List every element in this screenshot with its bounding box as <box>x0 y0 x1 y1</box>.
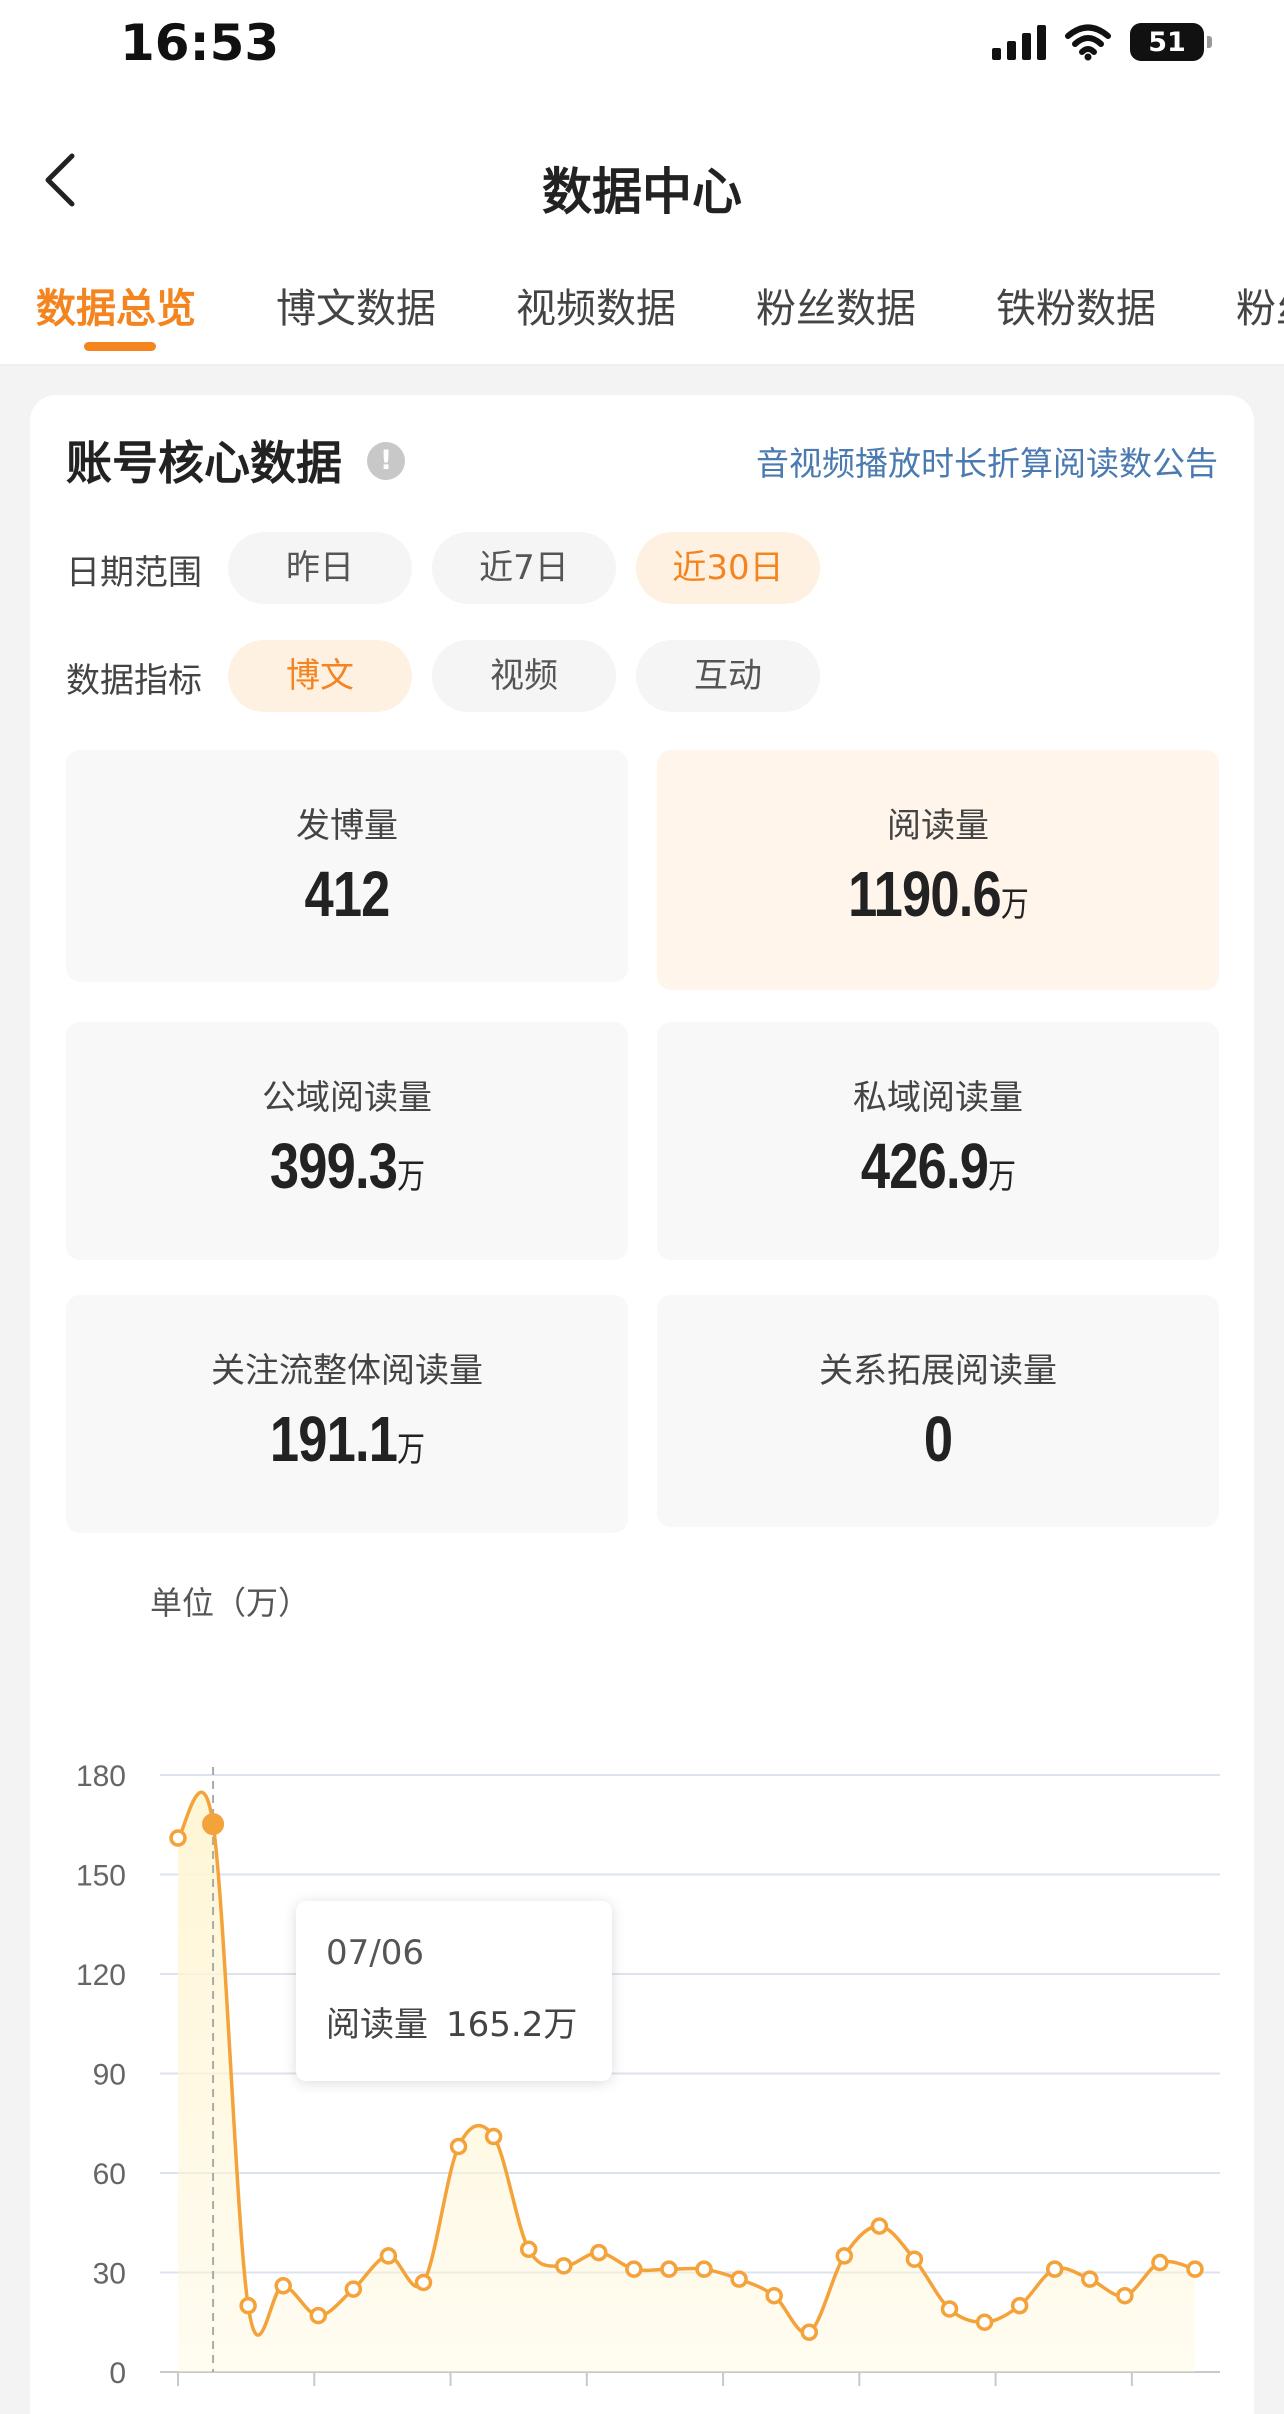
data-point <box>449 2137 468 2156</box>
tab-overview[interactable]: 数据总览 <box>36 276 196 334</box>
battery-icon: 51 <box>1130 23 1212 61</box>
date-range-label: 日期范围 <box>66 553 202 593</box>
data-point <box>484 2127 503 2146</box>
read-trend-chart[interactable]: 0 30 60 90 120 150 180 <box>30 1625 1254 2414</box>
active-tab-indicator <box>84 342 156 351</box>
metric-option-interaction[interactable]: 互动 <box>636 640 820 712</box>
nav-bar: 数据中心 <box>0 90 1284 270</box>
status-icons: 51 <box>992 22 1212 62</box>
tooltip-date: 07/06 <box>326 1933 424 1973</box>
y-tick-label: 180 <box>76 1760 126 1793</box>
stat-value: 191.1万 <box>269 1403 425 1475</box>
data-point <box>239 2296 257 2315</box>
data-point <box>1045 2260 1064 2278</box>
data-point <box>660 2260 678 2278</box>
stat-value: 426.9万 <box>860 1130 1016 1202</box>
highlighted-data-point <box>202 1813 225 1836</box>
data-point <box>1081 2270 1099 2288</box>
data-point <box>940 2300 959 2318</box>
y-tick-label: 60 <box>93 2158 126 2191</box>
stat-label: 关系拓展阅读量 <box>819 1351 1057 1391</box>
data-point <box>344 2280 363 2298</box>
stat-private-read[interactable]: 私域阅读量 426.9万 <box>657 1022 1219 1260</box>
data-point <box>1151 2253 1169 2272</box>
tab-bar: 数据总览 博文数据 视频数据 粉丝数据 铁粉数据 粉丝 <box>0 270 1284 366</box>
data-point <box>905 2250 924 2268</box>
core-data-card: 账号核心数据 ! 音视频播放时长折算阅读数公告 日期范围 昨日 近7日 近30日… <box>30 395 1254 2414</box>
date-option-30days[interactable]: 近30日 <box>636 532 820 604</box>
y-tick-label: 0 <box>109 2357 126 2390</box>
tab-fans-data[interactable]: 粉丝数据 <box>756 276 916 334</box>
stat-relation-read[interactable]: 关系拓展阅读量 0 <box>657 1295 1219 1527</box>
status-bar: 16:53 51 <box>0 0 1284 90</box>
data-point <box>274 2277 292 2295</box>
stat-public-read[interactable]: 公域阅读量 399.3万 <box>66 1022 628 1260</box>
date-option-7days[interactable]: 近7日 <box>432 532 616 604</box>
data-point <box>870 2217 889 2235</box>
data-point <box>1186 2260 1204 2278</box>
info-icon[interactable]: ! <box>367 442 405 480</box>
stat-label: 阅读量 <box>887 806 989 846</box>
chart-tooltip: 07/06 阅读量 165.2万 <box>296 1901 612 2081</box>
data-point <box>1010 2296 1029 2315</box>
series-area <box>178 1792 1195 2372</box>
stat-label: 私域阅读量 <box>853 1078 1023 1118</box>
stat-label: 公域阅读量 <box>262 1078 432 1118</box>
notice-link[interactable]: 音视频播放时长折算阅读数公告 <box>756 437 1218 485</box>
data-point <box>555 2257 573 2275</box>
tab-iron-fans-data[interactable]: 铁粉数据 <box>996 276 1156 334</box>
status-time: 16:53 <box>120 14 280 72</box>
data-point <box>519 2240 538 2259</box>
chart-unit-label: 单位（万） <box>150 1584 311 1622</box>
wifi-icon <box>1065 24 1111 61</box>
tooltip-label: 阅读量 <box>326 2005 428 2045</box>
stat-value: 412 <box>304 858 390 930</box>
stat-value: 399.3万 <box>269 1130 425 1202</box>
data-point <box>625 2260 643 2278</box>
tab-fans-more[interactable]: 粉丝 <box>1236 276 1284 334</box>
tab-post-data[interactable]: 博文数据 <box>276 276 436 334</box>
stat-read-count[interactable]: 阅读量 1190.6万 <box>657 750 1219 990</box>
stat-post-count[interactable]: 发博量 412 <box>66 750 628 982</box>
tooltip-row: 阅读量 165.2万 <box>326 1997 577 2046</box>
stat-label: 关注流整体阅读量 <box>211 1351 483 1391</box>
data-point <box>730 2270 748 2288</box>
section-title: 账号核心数据 <box>66 436 342 490</box>
data-point <box>309 2306 328 2325</box>
stat-value: 0 <box>923 1403 953 1475</box>
tab-video-data[interactable]: 视频数据 <box>516 276 676 334</box>
y-tick-label: 90 <box>93 2059 126 2092</box>
y-tick-label: 150 <box>76 1860 126 1893</box>
y-tick-label: 30 <box>93 2258 126 2291</box>
data-point <box>835 2247 854 2265</box>
data-point <box>1116 2286 1134 2305</box>
stat-value: 1190.6万 <box>848 858 1029 930</box>
signal-icon <box>992 24 1046 60</box>
y-tick-label: 120 <box>76 1959 126 1992</box>
data-point <box>590 2243 608 2262</box>
data-point <box>975 2313 994 2331</box>
stat-label: 发博量 <box>296 806 398 846</box>
metric-option-post[interactable]: 博文 <box>228 640 412 712</box>
data-point <box>765 2286 783 2305</box>
tooltip-value: 165.2万 <box>446 2005 578 2045</box>
data-point <box>800 2323 818 2341</box>
metric-label: 数据指标 <box>66 661 202 701</box>
stat-follow-feed-read[interactable]: 关注流整体阅读量 191.1万 <box>66 1295 628 1533</box>
metric-option-video[interactable]: 视频 <box>432 640 616 712</box>
data-point <box>414 2273 433 2292</box>
data-point <box>169 1829 187 1847</box>
date-option-yesterday[interactable]: 昨日 <box>228 532 412 604</box>
page-title: 数据中心 <box>542 163 742 221</box>
data-point <box>379 2247 398 2265</box>
data-point <box>695 2260 713 2278</box>
